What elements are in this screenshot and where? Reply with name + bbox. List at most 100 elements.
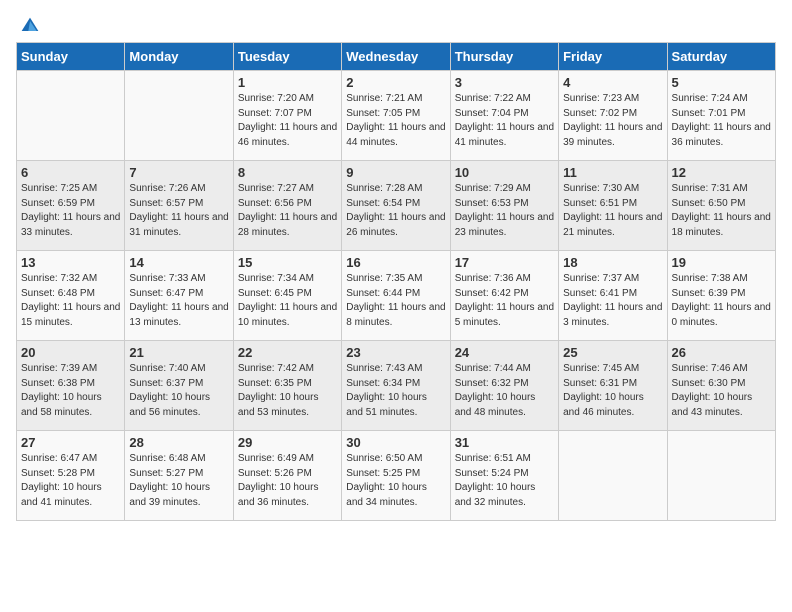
calendar-cell: 7 Sunrise: 7:26 AM Sunset: 6:57 PM Daylig… xyxy=(125,161,233,251)
calendar-cell: 2 Sunrise: 7:21 AM Sunset: 7:05 PM Daylig… xyxy=(342,71,450,161)
day-number: 1 xyxy=(238,75,337,90)
day-info: Sunrise: 7:36 AM Sunset: 6:42 PM Dayligh… xyxy=(455,272,554,330)
day-info: Sunrise: 6:51 AM Sunset: 5:24 PM Dayligh… xyxy=(455,452,554,510)
day-header-saturday: Saturday xyxy=(667,43,775,71)
day-info: Sunrise: 7:28 AM Sunset: 6:54 PM Dayligh… xyxy=(346,182,445,240)
calendar-cell: 9 Sunrise: 7:28 AM Sunset: 6:54 PM Daylig… xyxy=(342,161,450,251)
day-number: 30 xyxy=(346,435,445,450)
calendar-cell: 31Sunrise: 6:51 AM Sunset: 5:24 PM Dayli… xyxy=(450,431,558,521)
day-number: 3 xyxy=(455,75,554,90)
day-number: 7 xyxy=(129,165,228,180)
day-info: Sunrise: 6:48 AM Sunset: 5:27 PM Dayligh… xyxy=(129,452,228,510)
calendar-cell: 10 Sunrise: 7:29 AM Sunset: 6:53 PM Dayli… xyxy=(450,161,558,251)
calendar-cell: 30 Sunrise: 6:50 AM Sunset: 5:25 PM Dayli… xyxy=(342,431,450,521)
day-info: Sunrise: 7:26 AM Sunset: 6:57 PM Dayligh… xyxy=(129,182,228,240)
week-row-3: 13 Sunrise: 7:32 AM Sunset: 6:48 PM Dayli… xyxy=(17,251,776,341)
day-number: 8 xyxy=(238,165,337,180)
day-info: Sunrise: 7:22 AM Sunset: 7:04 PM Dayligh… xyxy=(455,92,554,150)
calendar-cell: 13 Sunrise: 7:32 AM Sunset: 6:48 PM Dayli… xyxy=(17,251,125,341)
calendar-cell: 23Sunrise: 7:43 AM Sunset: 6:34 PM Dayli… xyxy=(342,341,450,431)
day-number: 10 xyxy=(455,165,554,180)
day-number: 17 xyxy=(455,255,554,270)
calendar-cell: 18 Sunrise: 7:37 AM Sunset: 6:41 PM Dayli… xyxy=(559,251,667,341)
page-header xyxy=(16,16,776,30)
day-info: Sunrise: 6:47 AM Sunset: 5:28 PM Dayligh… xyxy=(21,452,120,510)
calendar-cell: 11Sunrise: 7:30 AM Sunset: 6:51 PM Dayli… xyxy=(559,161,667,251)
calendar-cell xyxy=(559,431,667,521)
day-number: 6 xyxy=(21,165,120,180)
day-number: 4 xyxy=(563,75,662,90)
day-info: Sunrise: 7:43 AM Sunset: 6:34 PM Dayligh… xyxy=(346,362,445,420)
day-header-monday: Monday xyxy=(125,43,233,71)
day-info: Sunrise: 7:38 AM Sunset: 6:39 PM Dayligh… xyxy=(672,272,771,330)
week-row-1: 1 Sunrise: 7:20 AM Sunset: 7:07 PM Daylig… xyxy=(17,71,776,161)
day-info: Sunrise: 7:25 AM Sunset: 6:59 PM Dayligh… xyxy=(21,182,120,240)
day-number: 24 xyxy=(455,345,554,360)
day-info: Sunrise: 7:32 AM Sunset: 6:48 PM Dayligh… xyxy=(21,272,120,330)
day-number: 21 xyxy=(129,345,228,360)
day-number: 20 xyxy=(21,345,120,360)
day-number: 29 xyxy=(238,435,337,450)
day-number: 26 xyxy=(672,345,771,360)
day-info: Sunrise: 7:23 AM Sunset: 7:02 PM Dayligh… xyxy=(563,92,662,150)
day-number: 5 xyxy=(672,75,771,90)
day-number: 18 xyxy=(563,255,662,270)
calendar-cell: 17 Sunrise: 7:36 AM Sunset: 6:42 PM Dayli… xyxy=(450,251,558,341)
week-row-2: 6 Sunrise: 7:25 AM Sunset: 6:59 PM Daylig… xyxy=(17,161,776,251)
day-header-friday: Friday xyxy=(559,43,667,71)
day-number: 13 xyxy=(21,255,120,270)
calendar-cell: 14Sunrise: 7:33 AM Sunset: 6:47 PM Dayli… xyxy=(125,251,233,341)
calendar-cell xyxy=(125,71,233,161)
day-number: 27 xyxy=(21,435,120,450)
day-number: 19 xyxy=(672,255,771,270)
day-info: Sunrise: 7:40 AM Sunset: 6:37 PM Dayligh… xyxy=(129,362,228,420)
day-info: Sunrise: 7:34 AM Sunset: 6:45 PM Dayligh… xyxy=(238,272,337,330)
calendar-cell: 3 Sunrise: 7:22 AM Sunset: 7:04 PM Daylig… xyxy=(450,71,558,161)
day-info: Sunrise: 7:30 AM Sunset: 6:51 PM Dayligh… xyxy=(563,182,662,240)
calendar-cell: 4 Sunrise: 7:23 AM Sunset: 7:02 PM Daylig… xyxy=(559,71,667,161)
calendar-cell: 29 Sunrise: 6:49 AM Sunset: 5:26 PM Dayli… xyxy=(233,431,341,521)
calendar-table: SundayMondayTuesdayWednesdayThursdayFrid… xyxy=(16,42,776,521)
day-header-tuesday: Tuesday xyxy=(233,43,341,71)
calendar-cell xyxy=(667,431,775,521)
calendar-cell: 28Sunrise: 6:48 AM Sunset: 5:27 PM Dayli… xyxy=(125,431,233,521)
calendar-cell: 19 Sunrise: 7:38 AM Sunset: 6:39 PM Dayli… xyxy=(667,251,775,341)
logo-icon xyxy=(20,16,40,36)
day-info: Sunrise: 7:21 AM Sunset: 7:05 PM Dayligh… xyxy=(346,92,445,150)
day-number: 25 xyxy=(563,345,662,360)
day-number: 12 xyxy=(672,165,771,180)
day-number: 2 xyxy=(346,75,445,90)
calendar-cell: 1 Sunrise: 7:20 AM Sunset: 7:07 PM Daylig… xyxy=(233,71,341,161)
day-info: Sunrise: 7:31 AM Sunset: 6:50 PM Dayligh… xyxy=(672,182,771,240)
day-number: 15 xyxy=(238,255,337,270)
day-header-thursday: Thursday xyxy=(450,43,558,71)
day-info: Sunrise: 6:50 AM Sunset: 5:25 PM Dayligh… xyxy=(346,452,445,510)
calendar-cell: 20 Sunrise: 7:39 AM Sunset: 6:38 PM Dayli… xyxy=(17,341,125,431)
calendar-cell: 25 Sunrise: 7:45 AM Sunset: 6:31 PM Dayli… xyxy=(559,341,667,431)
day-info: Sunrise: 7:42 AM Sunset: 6:35 PM Dayligh… xyxy=(238,362,337,420)
day-info: Sunrise: 7:39 AM Sunset: 6:38 PM Dayligh… xyxy=(21,362,120,420)
calendar-cell xyxy=(17,71,125,161)
day-info: Sunrise: 7:45 AM Sunset: 6:31 PM Dayligh… xyxy=(563,362,662,420)
calendar-cell: 27 Sunrise: 6:47 AM Sunset: 5:28 PM Dayli… xyxy=(17,431,125,521)
day-info: Sunrise: 7:44 AM Sunset: 6:32 PM Dayligh… xyxy=(455,362,554,420)
day-info: Sunrise: 7:20 AM Sunset: 7:07 PM Dayligh… xyxy=(238,92,337,150)
day-info: Sunrise: 7:37 AM Sunset: 6:41 PM Dayligh… xyxy=(563,272,662,330)
day-info: Sunrise: 7:24 AM Sunset: 7:01 PM Dayligh… xyxy=(672,92,771,150)
day-header-sunday: Sunday xyxy=(17,43,125,71)
day-number: 16 xyxy=(346,255,445,270)
calendar-cell: 22Sunrise: 7:42 AM Sunset: 6:35 PM Dayli… xyxy=(233,341,341,431)
logo xyxy=(16,16,40,30)
calendar-cell: 5 Sunrise: 7:24 AM Sunset: 7:01 PM Daylig… xyxy=(667,71,775,161)
day-info: Sunrise: 6:49 AM Sunset: 5:26 PM Dayligh… xyxy=(238,452,337,510)
day-info: Sunrise: 7:46 AM Sunset: 6:30 PM Dayligh… xyxy=(672,362,771,420)
calendar-cell: 8 Sunrise: 7:27 AM Sunset: 6:56 PM Daylig… xyxy=(233,161,341,251)
calendar-cell: 16Sunrise: 7:35 AM Sunset: 6:44 PM Dayli… xyxy=(342,251,450,341)
day-number: 9 xyxy=(346,165,445,180)
calendar-cell: 21 Sunrise: 7:40 AM Sunset: 6:37 PM Dayli… xyxy=(125,341,233,431)
day-info: Sunrise: 7:29 AM Sunset: 6:53 PM Dayligh… xyxy=(455,182,554,240)
day-info: Sunrise: 7:33 AM Sunset: 6:47 PM Dayligh… xyxy=(129,272,228,330)
day-info: Sunrise: 7:27 AM Sunset: 6:56 PM Dayligh… xyxy=(238,182,337,240)
calendar-cell: 26 Sunrise: 7:46 AM Sunset: 6:30 PM Dayli… xyxy=(667,341,775,431)
day-header-wednesday: Wednesday xyxy=(342,43,450,71)
